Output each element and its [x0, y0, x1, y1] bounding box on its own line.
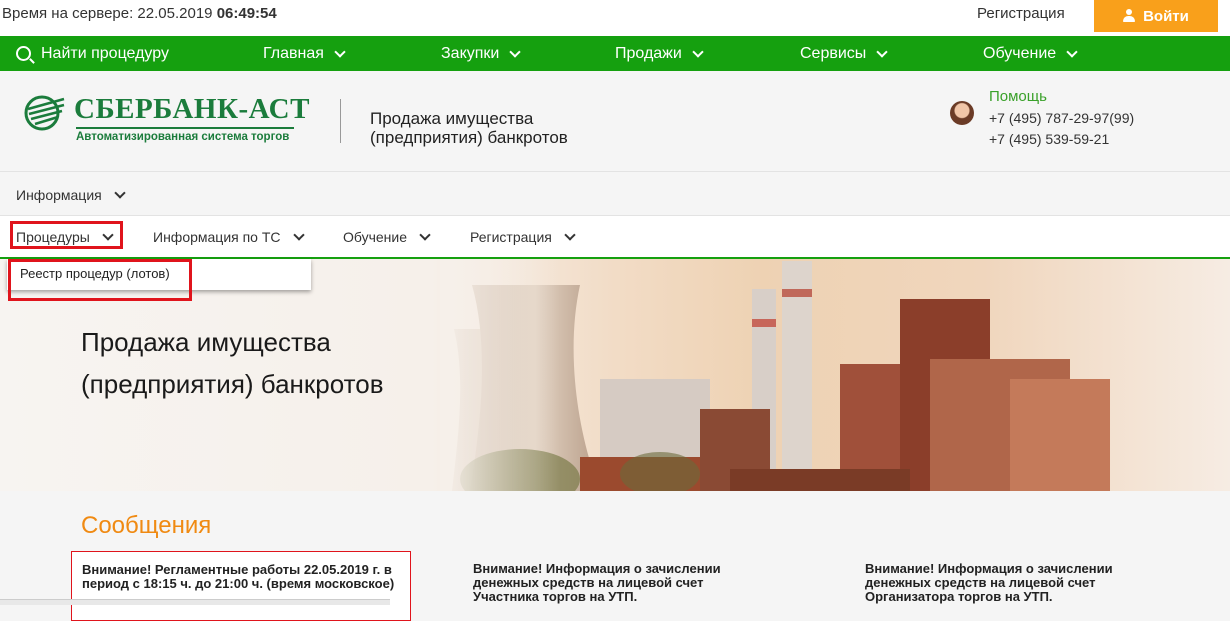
nav-item-label: Главная [263, 44, 324, 62]
chevron-down-icon [692, 45, 704, 58]
phone-number: +7 (495) 539-59-21 [989, 131, 1110, 147]
login-button-label: Войти [1143, 7, 1189, 25]
info-menu-label: Информация [16, 187, 102, 203]
site-header: СБЕРБАНК-АСТ Автоматизированная система … [0, 71, 1230, 171]
search-icon [16, 46, 31, 61]
support-avatar [950, 101, 974, 125]
hero-title-line: (предприятия) банкротов [81, 369, 384, 399]
nav-item-services[interactable]: Сервисы [800, 36, 888, 71]
hero-title: Продажа имущества (предприятия) банкрото… [81, 321, 481, 405]
server-time: Время на сервере: 22.05.2019 06:49:54 [2, 5, 277, 22]
subnav-label: Обучение [343, 229, 408, 245]
nav-item-label: Сервисы [800, 44, 867, 62]
nav-item-main[interactable]: Главная [263, 36, 346, 71]
chevron-down-icon [564, 229, 576, 241]
hero-title-line: Продажа имущества [81, 327, 331, 357]
user-icon [1123, 9, 1136, 23]
messages-title: Сообщения [81, 512, 212, 539]
help-link[interactable]: Помощь [989, 88, 1047, 105]
subnav-ts-info[interactable]: Информация по ТС [153, 229, 305, 245]
top-bar: Время на сервере: 22.05.2019 06:49:54 Ре… [0, 0, 1230, 36]
top-register-link[interactable]: Регистрация [977, 5, 1065, 22]
login-button[interactable]: Войти [1094, 0, 1218, 32]
horizontal-scrollbar[interactable] [0, 599, 390, 605]
nav-item-label: Закупки [441, 44, 500, 62]
subnav-label: Регистрация [470, 229, 552, 245]
logo-subtitle: Автоматизированная система торгов [76, 131, 290, 143]
subnav-registration[interactable]: Регистрация [470, 229, 576, 245]
subnav-training[interactable]: Обучение [343, 229, 431, 245]
nav-item-label: Обучение [983, 44, 1057, 62]
section-title: Продажа имущества (предприятия) банкрото… [370, 109, 568, 147]
sub-nav: Процедуры Информация по ТС Обучение Реги… [0, 215, 1230, 260]
server-time-label: Время на сервере: 22.05.2019 [2, 5, 213, 22]
nav-item-purchases[interactable]: Закупки [441, 36, 522, 71]
chevron-down-icon [1066, 45, 1078, 58]
header-divider [340, 99, 341, 143]
find-procedure-label: Найти процедуру [41, 44, 169, 62]
highlight-procedures [10, 221, 123, 249]
chevron-down-icon [419, 229, 431, 241]
nav-item-training[interactable]: Обучение [983, 36, 1078, 71]
info-row: Информация [0, 171, 1230, 216]
message-item[interactable]: Внимание! Информация о зачислении денежн… [865, 562, 1155, 604]
chevron-down-icon [509, 45, 522, 58]
message-item[interactable]: Внимание! Регламентные работы 22.05.2019… [82, 563, 400, 591]
chevron-down-icon [114, 187, 126, 199]
sberbank-logo-icon[interactable] [24, 95, 70, 131]
message-item[interactable]: Внимание! Информация о зачислении денежн… [473, 562, 763, 604]
chevron-down-icon [292, 229, 305, 241]
server-time-value: 06:49:54 [216, 5, 277, 22]
nav-item-label: Продажи [615, 44, 682, 62]
highlight-registry [8, 259, 192, 301]
chevron-down-icon [334, 45, 346, 58]
main-nav: Найти процедуру Главная Закупки Продажи … [0, 36, 1230, 71]
find-procedure-button[interactable]: Найти процедуру [16, 36, 169, 71]
nav-item-sales[interactable]: Продажи [615, 36, 704, 71]
chevron-down-icon [876, 45, 888, 58]
phone-number: +7 (495) 787-29-97(99) [989, 110, 1135, 126]
logo-underline [76, 127, 294, 129]
subnav-label: Информация по ТС [153, 229, 281, 245]
info-menu[interactable]: Информация [16, 187, 126, 203]
logo-title[interactable]: СБЕРБАНК-АСТ [74, 93, 310, 126]
